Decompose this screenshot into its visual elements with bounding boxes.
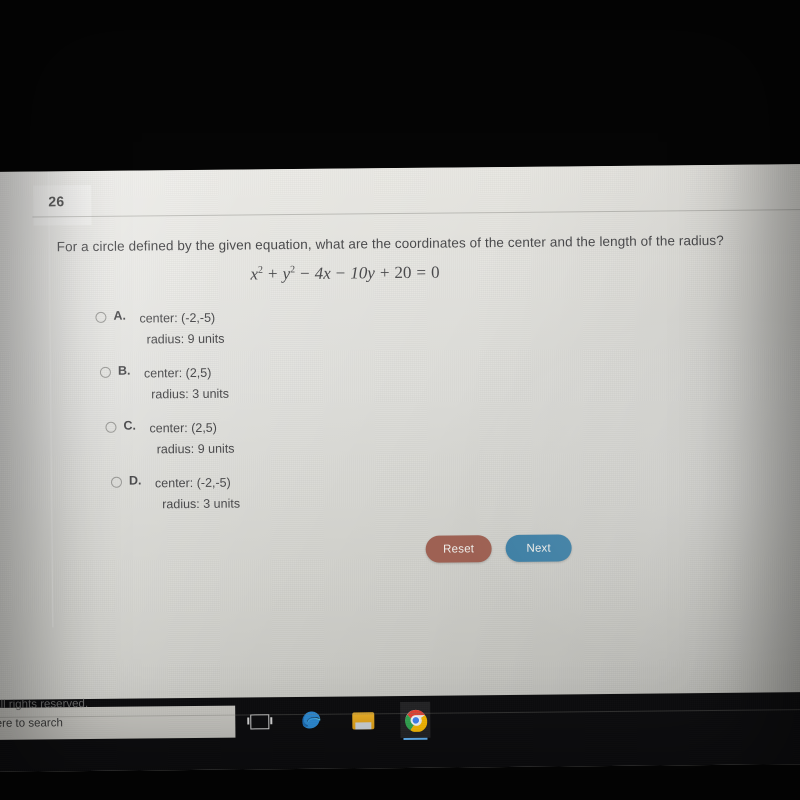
answer-option-a[interactable]: A. center: (-2,-5) radius: 9 units bbox=[95, 308, 225, 351]
question-text: For a circle defined by the given equati… bbox=[56, 232, 724, 255]
answer-option-c[interactable]: C. center: (2,5) radius: 9 units bbox=[105, 418, 235, 461]
option-letter-b: B. bbox=[117, 363, 131, 378]
edge-icon bbox=[302, 711, 321, 729]
quiz-page: 26 For a circle defined by the given equ… bbox=[0, 164, 800, 718]
edge-button[interactable] bbox=[296, 703, 326, 739]
option-c-radius: radius: 9 units bbox=[156, 441, 235, 457]
taskbar-search-box[interactable]: here to search bbox=[0, 705, 236, 741]
chrome-icon bbox=[404, 709, 427, 732]
file-explorer-button[interactable] bbox=[348, 702, 378, 738]
equation: x2 + y2−4x −10y +20 = 0 bbox=[0, 259, 800, 287]
equation-constant: 20 bbox=[394, 262, 412, 283]
option-d-center: center: (-2,-5) bbox=[154, 475, 231, 491]
radio-button-d[interactable] bbox=[110, 476, 123, 488]
next-button[interactable]: Next bbox=[505, 534, 572, 563]
option-text-b: center: (2,5) radius: 3 units bbox=[144, 363, 229, 406]
answer-option-d[interactable]: D. center: (-2,-5) radius: 3 units bbox=[110, 473, 240, 516]
answer-options: A. center: (-2,-5) radius: 9 units B. ce… bbox=[0, 309, 240, 530]
equation-plus-1: + bbox=[267, 264, 278, 284]
option-text-c: center: (2,5) radius: 9 units bbox=[149, 418, 234, 461]
radio-button-a[interactable] bbox=[95, 311, 107, 323]
chrome-button[interactable] bbox=[400, 701, 431, 739]
photo-of-laptop-screen: 26 For a circle defined by the given equ… bbox=[0, 0, 800, 800]
option-letter-c: C. bbox=[123, 418, 137, 433]
option-d-radius: radius: 3 units bbox=[162, 496, 241, 512]
equation-term-10y: 10y bbox=[350, 263, 375, 283]
option-b-radius: radius: 3 units bbox=[151, 386, 230, 402]
answer-option-b[interactable]: B. center: (2,5) radius: 3 units bbox=[99, 363, 229, 406]
option-letter-a: A. bbox=[113, 308, 126, 323]
taskbar-icons bbox=[244, 700, 431, 742]
radio-button-c[interactable] bbox=[105, 421, 117, 433]
option-b-center: center: (2,5) bbox=[143, 365, 212, 381]
laptop-screen: 26 For a circle defined by the given equ… bbox=[0, 164, 800, 772]
option-letter-d: D. bbox=[128, 473, 142, 488]
equation-equals: = bbox=[416, 262, 427, 282]
equation-plus-2: + bbox=[379, 263, 390, 283]
option-text-d: center: (-2,-5) radius: 3 units bbox=[155, 473, 240, 516]
option-a-radius: radius: 9 units bbox=[146, 331, 225, 347]
equation-term-4x: 4x bbox=[314, 263, 331, 283]
option-a-center: center: (-2,-5) bbox=[139, 310, 216, 326]
option-c-center: center: (2,5) bbox=[149, 420, 217, 436]
tab-divider bbox=[32, 209, 800, 218]
footer-copyright: . All rights reserved. bbox=[0, 698, 89, 711]
option-text-a: center: (-2,-5) radius: 9 units bbox=[139, 308, 224, 351]
equation-rhs: 0 bbox=[430, 262, 440, 282]
equation-minus-1: − bbox=[300, 263, 310, 283]
radio-button-b[interactable] bbox=[99, 366, 112, 378]
task-view-icon bbox=[249, 713, 269, 729]
search-placeholder-text: here to search bbox=[0, 717, 63, 730]
action-buttons: Reset Next bbox=[425, 534, 572, 563]
question-number-label: 26 bbox=[48, 193, 65, 210]
task-view-button[interactable] bbox=[244, 703, 274, 739]
reset-button[interactable]: Reset bbox=[425, 535, 492, 563]
equation-x-var: x bbox=[250, 264, 259, 284]
equation-minus-2: − bbox=[335, 263, 346, 283]
windows-taskbar: here to search bbox=[0, 692, 800, 772]
